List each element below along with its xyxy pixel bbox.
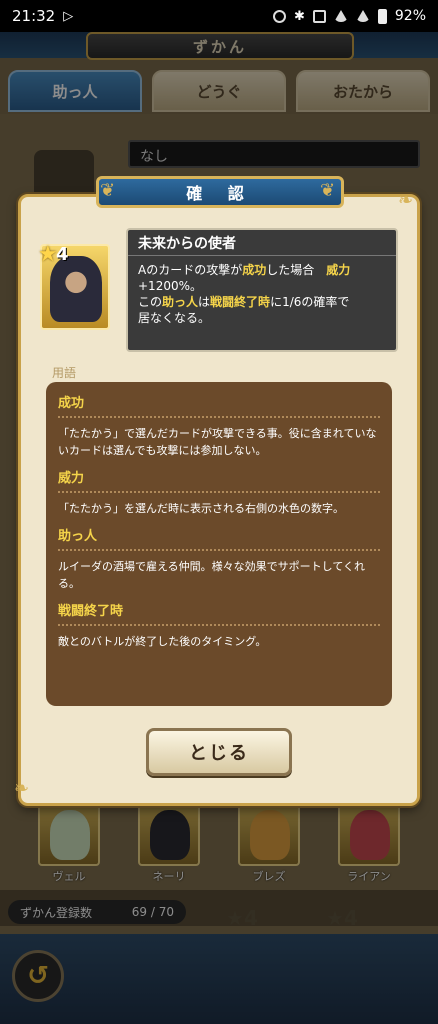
term-name: 助っ人 bbox=[58, 525, 380, 551]
wifi-icon bbox=[333, 10, 348, 22]
flourish-icon: ❦ bbox=[320, 180, 336, 201]
corner-ornament-icon: ❧ bbox=[398, 190, 414, 211]
status-time: 21:32 bbox=[12, 7, 56, 25]
alarm-icon bbox=[272, 9, 286, 23]
skill-description: Aのカードの攻撃が成功した場合 威力 +1200%。 この助っ人は戦闘終了時に1… bbox=[138, 263, 351, 325]
term-name: 威力 bbox=[58, 467, 380, 493]
term-description: 敵とのバトルが終了した後のタイミング。 bbox=[58, 635, 267, 648]
star-icon: ★ bbox=[38, 242, 58, 267]
status-bar: 21:32 ▷ ✱ 92% bbox=[0, 0, 438, 32]
skill-name: 未来からの使者 bbox=[128, 230, 396, 256]
helper-card: ★ 4 bbox=[38, 242, 110, 330]
vibrate-icon bbox=[312, 9, 326, 23]
term-name: 戦闘終了時 bbox=[58, 600, 380, 626]
term-item: 威力 「たたかう」を選んだ時に表示される右側の水色の数字。 bbox=[58, 467, 380, 517]
terms-panel: 成功 「たたかう」で選んだカードが攻撃できる事。役に含まれていないカードは選んで… bbox=[46, 382, 392, 706]
bluetooth-icon: ✱ bbox=[293, 8, 305, 24]
term-item: 助っ人 ルイーダの酒場で雇える仲間。様々な効果でサポートしてくれる。 bbox=[58, 525, 380, 592]
term-description: 「たたかう」で選んだカードが攻撃できる事。役に含まれていないカードは選んでも攻撃… bbox=[58, 427, 377, 457]
term-name: 成功 bbox=[58, 392, 380, 418]
term-description: 「たたかう」を選んだ時に表示される右側の水色の数字。 bbox=[58, 502, 344, 515]
dialog-title: 確 認 bbox=[96, 176, 344, 208]
terms-heading: 用語 bbox=[52, 366, 77, 380]
term-item: 戦闘終了時 敵とのバトルが終了した後のタイミング。 bbox=[58, 600, 380, 650]
skill-box: 未来からの使者 Aのカードの攻撃が成功した場合 威力 +1200%。 この助っ人… bbox=[126, 228, 398, 352]
card-star-level: 4 bbox=[56, 244, 69, 265]
term-item: 成功 「たたかう」で選んだカードが攻撃できる事。役に含まれていないカードは選んで… bbox=[58, 392, 380, 459]
close-button[interactable]: とじる bbox=[146, 728, 292, 776]
battery-percent: 92% bbox=[394, 8, 426, 24]
battery-icon bbox=[377, 8, 387, 24]
term-description: ルイーダの酒場で雇える仲間。様々な効果でサポートしてくれる。 bbox=[58, 560, 366, 590]
flourish-icon: ❦ bbox=[100, 180, 116, 201]
play-icon: ▷ bbox=[63, 8, 74, 24]
corner-ornament-icon: ❧ bbox=[14, 778, 30, 799]
signal-icon bbox=[355, 10, 370, 22]
